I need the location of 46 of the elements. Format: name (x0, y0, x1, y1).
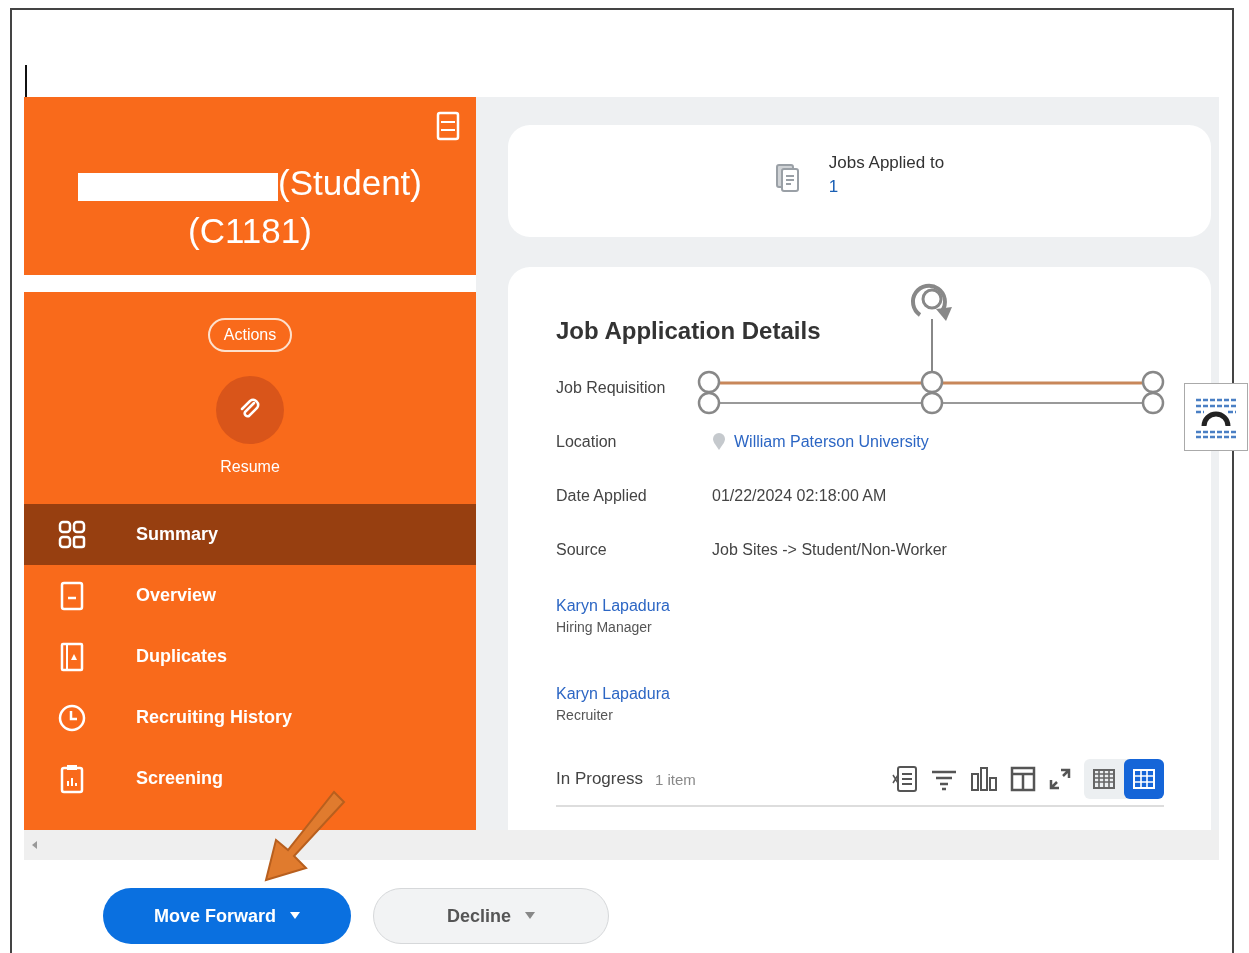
jobs-applied-count[interactable]: 1 (828, 177, 945, 197)
map-pin-icon (712, 433, 726, 451)
person-role: Hiring Manager (556, 619, 653, 635)
person-link[interactable]: Karyn Lapadura (556, 597, 1211, 615)
document-icon (58, 580, 86, 611)
table-grid-icon (1092, 768, 1116, 790)
nav-item[interactable]: Overview (24, 565, 476, 626)
nav-item[interactable]: Duplicates (24, 626, 476, 687)
field-value: Job Sites -> Student/Non-Worker (712, 541, 947, 559)
location-link[interactable]: William Paterson University (734, 433, 929, 451)
jobs-applied-label: Jobs Applied to (828, 153, 945, 173)
field-label: Date Applied (556, 487, 648, 505)
contact-card-icon (58, 641, 86, 672)
grid-view-toggle[interactable] (1124, 759, 1164, 799)
actions-button[interactable]: Actions (207, 318, 293, 352)
caret-icon (525, 912, 535, 920)
clipboard-icon (58, 763, 86, 794)
clock-icon (58, 702, 86, 733)
field-value: 01/22/2024 02:18:00 AM (712, 487, 887, 505)
person-link[interactable]: Karyn Lapadura (556, 685, 1211, 703)
document-stack-icon (774, 163, 801, 193)
grid-icon (58, 519, 86, 550)
move-forward-button[interactable]: Move Forward (103, 888, 351, 944)
field-label: Source (556, 541, 608, 559)
expand-icon[interactable] (1048, 767, 1072, 791)
bar-chart-icon[interactable] (970, 766, 998, 792)
section-title: Job Application Details (556, 317, 822, 345)
columns-icon[interactable] (1010, 766, 1036, 792)
text-cursor (25, 65, 27, 97)
nav-item[interactable]: Recruiting History (24, 687, 476, 748)
excel-export-icon[interactable] (892, 765, 918, 793)
field-label: Job Requisition (556, 379, 667, 397)
horizontal-scrollbar[interactable] (24, 830, 1219, 860)
resume-label: Resume (220, 458, 280, 476)
candidate-id: (C1181) (188, 211, 312, 251)
nav-item[interactable]: Summary (24, 504, 476, 565)
field-label: Location (556, 433, 618, 451)
layout-options-icon[interactable] (1184, 383, 1248, 451)
table-grid-icon (1132, 768, 1156, 790)
decline-button[interactable]: Decline (373, 888, 609, 944)
item-count: 1 item (654, 770, 696, 788)
nav-item[interactable]: Screening (24, 748, 476, 809)
caret-icon (290, 912, 300, 920)
table-title: In Progress (556, 769, 643, 789)
person-role: Recruiter (556, 707, 614, 723)
candidate-name: (Student) (278, 163, 422, 203)
